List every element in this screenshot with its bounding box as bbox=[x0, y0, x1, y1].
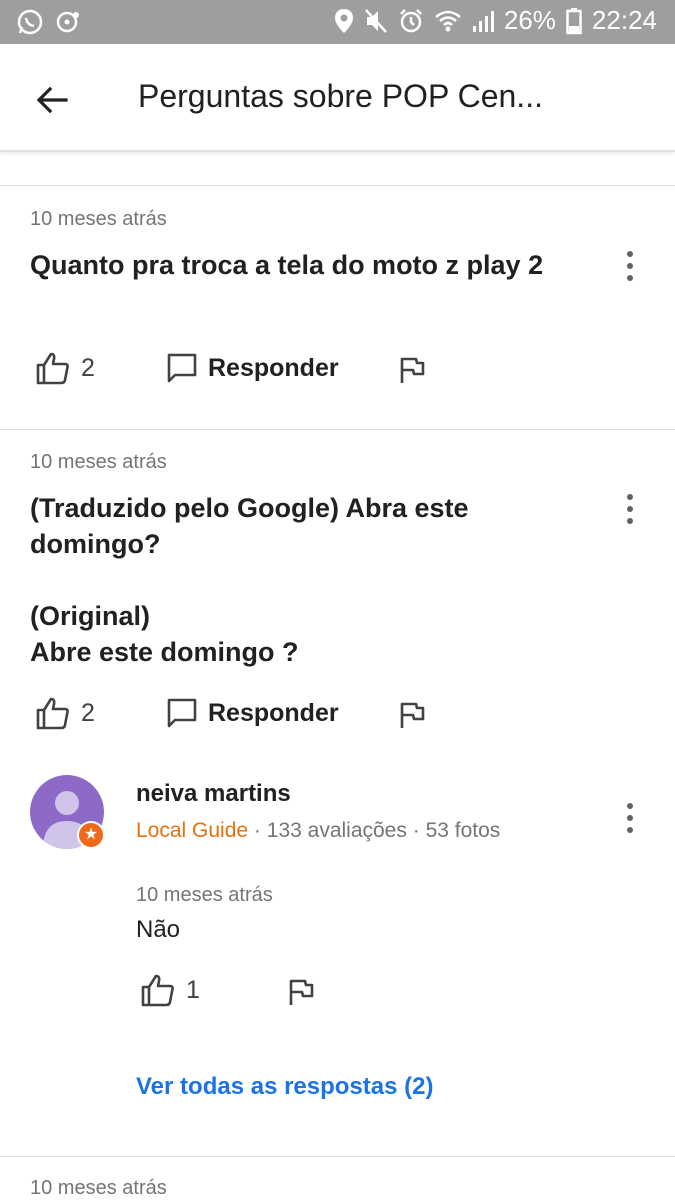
reply-label: Responder bbox=[208, 698, 339, 727]
like-count: 1 bbox=[186, 975, 200, 1004]
comment-icon bbox=[167, 698, 197, 728]
page-title: Perguntas sobre POP Cen... bbox=[138, 78, 543, 114]
answer-author[interactable]: neiva martins bbox=[136, 780, 291, 808]
status-bar: 26% 22:24 bbox=[0, 0, 675, 44]
more-options-button[interactable] bbox=[618, 798, 642, 838]
back-button[interactable] bbox=[30, 78, 74, 122]
flag-icon bbox=[400, 357, 425, 383]
question-text: (Traduzido pelo Google) Abra este doming… bbox=[30, 493, 469, 667]
location-icon bbox=[334, 8, 354, 34]
review-count: 133 avaliações bbox=[266, 819, 407, 842]
question-timestamp: 10 meses atrás bbox=[30, 1177, 167, 1199]
more-options-button[interactable] bbox=[618, 489, 642, 529]
signal-icon bbox=[472, 9, 494, 33]
like-button[interactable]: 1 bbox=[140, 972, 200, 1008]
answer-text: Não bbox=[136, 916, 181, 943]
question-timestamp: 10 meses atrás bbox=[30, 451, 167, 473]
flag-icon bbox=[400, 702, 425, 728]
like-button[interactable]: 2 bbox=[35, 695, 95, 731]
thumb-up-icon bbox=[36, 352, 69, 385]
battery-icon bbox=[566, 7, 582, 35]
wifi-icon bbox=[434, 9, 462, 33]
reply-button[interactable]: Responder bbox=[166, 352, 339, 384]
question-timestamp: 10 meses atrás bbox=[30, 208, 167, 230]
back-arrow-icon bbox=[36, 86, 68, 114]
divider bbox=[0, 1156, 675, 1157]
report-button[interactable] bbox=[398, 356, 426, 384]
more-vert-icon bbox=[627, 494, 633, 524]
like-button[interactable]: 2 bbox=[35, 350, 95, 386]
see-all-answers-link[interactable]: Ver todas as respostas (2) bbox=[136, 1073, 433, 1101]
alarm-icon bbox=[398, 8, 424, 34]
reply-button[interactable]: Responder bbox=[166, 697, 339, 729]
app-bar: Perguntas sobre POP Cen... bbox=[0, 44, 675, 152]
divider bbox=[0, 185, 675, 186]
thumb-up-icon bbox=[36, 697, 69, 730]
more-vert-icon bbox=[627, 251, 633, 281]
thumb-up-icon bbox=[141, 974, 174, 1007]
battery-percent: 26% bbox=[503, 5, 556, 35]
like-count: 2 bbox=[81, 698, 95, 727]
whatsapp-icon bbox=[16, 8, 44, 36]
report-button[interactable] bbox=[398, 701, 426, 729]
like-count: 2 bbox=[81, 353, 95, 382]
author-meta: Local Guide · 133 avaliações · 53 fotos bbox=[136, 819, 500, 843]
divider bbox=[0, 429, 675, 430]
answer-timestamp: 10 meses atrás bbox=[136, 884, 273, 906]
mute-icon bbox=[364, 8, 388, 34]
question-text: Quanto pra troca a tela do moto z play 2 bbox=[30, 250, 544, 280]
report-button[interactable] bbox=[287, 978, 315, 1006]
reply-label: Responder bbox=[208, 353, 339, 382]
meta-separator: · bbox=[253, 819, 261, 842]
comment-icon bbox=[167, 353, 197, 383]
photo-count: 53 fotos bbox=[425, 819, 501, 842]
local-guide-star-icon: ★ bbox=[77, 821, 105, 849]
status-time: 22:24 bbox=[591, 5, 657, 35]
meta-separator: · bbox=[412, 819, 420, 842]
more-options-button[interactable] bbox=[618, 246, 642, 286]
more-vert-icon bbox=[627, 803, 633, 833]
local-guide-badge: Local Guide bbox=[136, 819, 249, 842]
flag-icon bbox=[289, 979, 314, 1005]
notification-icon bbox=[54, 8, 82, 36]
